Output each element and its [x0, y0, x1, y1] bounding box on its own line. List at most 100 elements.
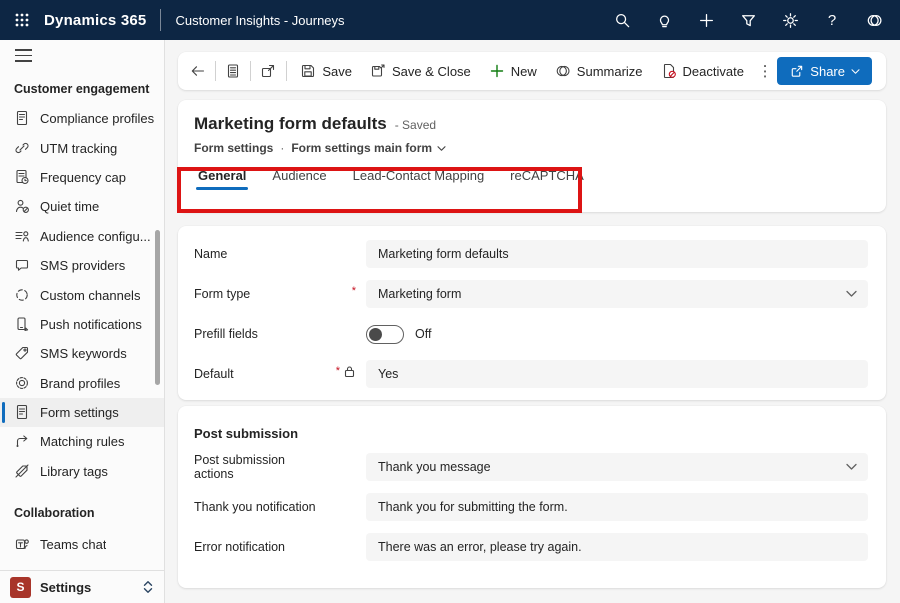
- save-button[interactable]: Save: [291, 57, 361, 85]
- site-map-sidebar: Customer engagement Compliance profiles …: [0, 40, 165, 603]
- page-title: Marketing form defaults: [194, 114, 387, 133]
- tab-general[interactable]: General: [195, 168, 249, 192]
- sidebar-item-teams-chat[interactable]: Teams chat: [0, 530, 164, 559]
- sidebar-section-header: Customer engagement: [14, 82, 150, 96]
- tag-slash-icon: [14, 463, 31, 480]
- add-icon[interactable]: [690, 4, 722, 36]
- more-commands-button[interactable]: ⋮: [753, 57, 777, 85]
- toolbar-divider: [285, 61, 287, 81]
- popout-icon[interactable]: [256, 57, 280, 85]
- document-clock-icon: [14, 169, 31, 186]
- field-row-default: Default * Yes: [194, 354, 868, 394]
- brand-title[interactable]: Dynamics 365: [44, 12, 146, 29]
- sidebar-section-header-collaboration: Collaboration: [14, 506, 95, 521]
- back-button[interactable]: [186, 57, 210, 85]
- required-marker: *: [351, 285, 356, 297]
- area-switcher-settings[interactable]: S Settings: [0, 570, 164, 603]
- copilot-icon[interactable]: [858, 4, 890, 36]
- entity-name: Form settings: [194, 141, 274, 155]
- tab-recaptcha[interactable]: reCAPTCHA: [510, 168, 584, 192]
- app-name[interactable]: Customer Insights - Journeys: [175, 13, 344, 28]
- form-page-icon: [14, 404, 31, 421]
- field-row-prefill-fields: Prefill fields Off: [194, 314, 868, 354]
- tag-icon: [14, 345, 31, 362]
- person-mute-icon: [14, 198, 31, 215]
- sidebar-item-form-settings[interactable]: Form settings: [0, 397, 164, 428]
- collapse-sitemap-icon[interactable]: [0, 40, 164, 70]
- deactivate-button[interactable]: Deactivate: [652, 57, 753, 85]
- chevron-down-icon: [437, 145, 446, 151]
- sidebar-item-library-tags[interactable]: Library tags: [0, 457, 164, 486]
- toolbar-divider: [250, 61, 252, 81]
- sidebar-item-compliance-profiles[interactable]: Compliance profiles: [0, 104, 164, 133]
- toolbar-divider: [215, 61, 217, 81]
- section-title: Post submission: [194, 426, 299, 441]
- default-input[interactable]: Yes: [366, 360, 868, 388]
- audience-list-icon: [14, 228, 31, 245]
- sidebar-item-frequency-cap[interactable]: Frequency cap: [0, 163, 164, 192]
- app-launcher-waffle-icon[interactable]: [0, 0, 44, 40]
- field-row-post-submission-actions: Post submission actions Thank you messag…: [194, 447, 868, 487]
- badge-seal-icon: [14, 375, 31, 392]
- sidebar-item-utm-tracking[interactable]: UTM tracking: [0, 133, 164, 162]
- record-header-card: Marketing form defaults - Saved Form set…: [178, 100, 886, 212]
- top-navbar: Dynamics 365 Customer Insights - Journey…: [0, 0, 900, 40]
- post-submission-section-card: Post submission Post submission actions …: [178, 406, 886, 588]
- sidebar-item-audience-configuration[interactable]: Audience configu...: [0, 222, 164, 251]
- lock-icon: [343, 365, 356, 383]
- help-icon[interactable]: ?: [816, 4, 848, 36]
- compliance-document-icon: [14, 110, 31, 127]
- breadcrumb: Form settings · Form settings main form: [194, 141, 866, 155]
- branch-arrow-icon: [14, 433, 31, 450]
- phone-edit-icon: [14, 316, 31, 333]
- post-submission-actions-select[interactable]: Thank you message: [366, 453, 868, 481]
- settings-area-badge: S: [10, 576, 31, 598]
- topbar-divider: [160, 9, 162, 31]
- prefill-fields-toggle[interactable]: [366, 324, 404, 344]
- sidebar-scrollbar[interactable]: [155, 230, 160, 385]
- name-input[interactable]: Marketing form defaults: [366, 240, 868, 268]
- field-row-error-notification: Error notification There was an error, p…: [194, 527, 868, 567]
- topbar-actions: ?: [606, 4, 900, 36]
- record-list-icon[interactable]: [221, 57, 245, 85]
- sidebar-item-quiet-time[interactable]: Quiet time: [0, 192, 164, 221]
- lightbulb-icon[interactable]: [648, 4, 680, 36]
- channels-icon: [14, 287, 31, 304]
- summarize-button[interactable]: Summarize: [546, 57, 652, 85]
- sidebar-item-brand-profiles[interactable]: Brand profiles: [0, 369, 164, 398]
- chevron-down-icon: [846, 290, 857, 297]
- sidebar-item-sms-providers[interactable]: SMS providers: [0, 251, 164, 280]
- link-icon: [14, 140, 31, 157]
- thank-you-notification-input[interactable]: Thank you for submitting the form.: [366, 493, 868, 521]
- field-row-thank-you-notification: Thank you notification Thank you for sub…: [194, 487, 868, 527]
- unfold-chevrons-icon: [142, 580, 154, 594]
- main-content: Save Save & Close New Summarize Deactiva…: [165, 40, 900, 603]
- form-type-select[interactable]: Marketing form: [366, 280, 868, 308]
- search-icon[interactable]: [606, 4, 638, 36]
- sidebar-item-custom-channels[interactable]: Custom channels: [0, 280, 164, 309]
- toggle-knob: [369, 327, 382, 341]
- chat-bubble-icon: [14, 257, 31, 274]
- save-status-badge: - Saved: [394, 118, 437, 132]
- settings-gear-icon[interactable]: [774, 4, 806, 36]
- form-selector[interactable]: Form settings main form: [291, 141, 446, 155]
- save-and-close-button[interactable]: Save & Close: [361, 57, 480, 85]
- filter-icon[interactable]: [732, 4, 764, 36]
- sidebar-item-sms-keywords[interactable]: SMS keywords: [0, 339, 164, 368]
- tab-lead-contact-mapping[interactable]: Lead-Contact Mapping: [353, 168, 485, 192]
- required-marker: *: [335, 365, 340, 377]
- sidebar-item-push-notifications[interactable]: Push notifications: [0, 310, 164, 339]
- share-button[interactable]: Share: [777, 57, 872, 85]
- command-bar: Save Save & Close New Summarize Deactiva…: [178, 52, 886, 90]
- app-window: Dynamics 365 Customer Insights - Journey…: [0, 0, 900, 603]
- error-notification-input[interactable]: There was an error, please try again.: [366, 533, 868, 561]
- field-row-form-type: Form type * Marketing form: [194, 274, 868, 314]
- general-section-card: Name Marketing form defaults Form type *…: [178, 226, 886, 400]
- chevron-down-icon: [846, 463, 857, 470]
- toggle-state-label: Off: [415, 327, 432, 341]
- sidebar-item-matching-rules[interactable]: Matching rules: [0, 427, 164, 456]
- teams-icon: [14, 536, 31, 553]
- tab-bar: General Audience Lead-Contact Mapping re…: [194, 168, 866, 192]
- new-button[interactable]: New: [480, 57, 546, 85]
- tab-audience[interactable]: Audience: [272, 168, 326, 192]
